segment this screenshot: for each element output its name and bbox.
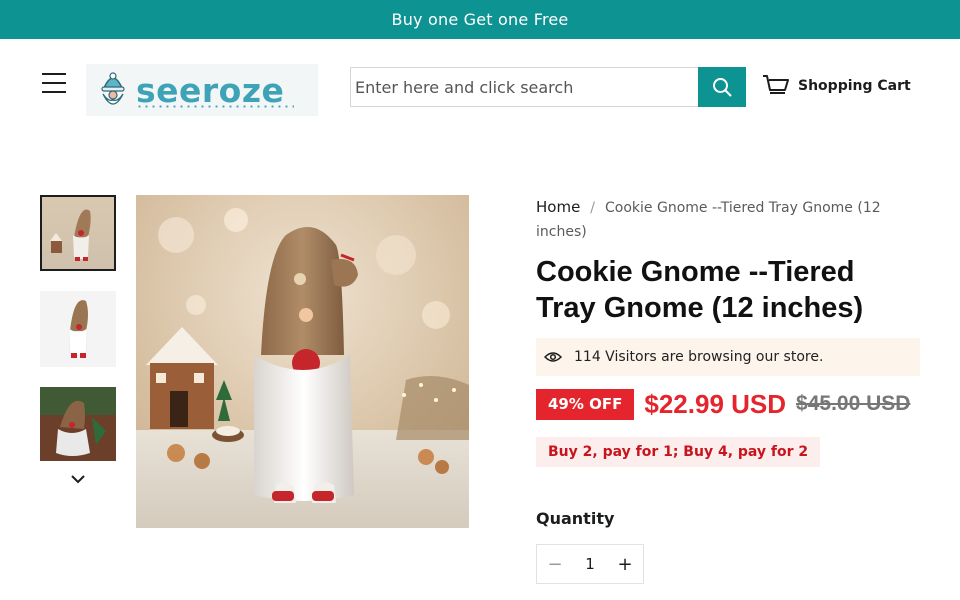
gnome-thumbnail-image: [40, 387, 116, 461]
gnome-logo-icon: [101, 72, 125, 105]
quantity-decrease-button[interactable]: −: [543, 549, 567, 579]
gnome-product-image: [136, 195, 469, 528]
breadcrumb-home[interactable]: Home: [536, 198, 580, 216]
cart-icon: [763, 75, 789, 94]
visitors-notice: 114 Visitors are browsing our store.: [536, 338, 920, 376]
breadcrumb-separator: /: [590, 200, 596, 216]
search-button[interactable]: [698, 67, 746, 107]
cart-link[interactable]: Shopping Cart: [762, 74, 911, 98]
search-bar: [350, 67, 746, 107]
discount-badge: 49% OFF: [536, 388, 635, 420]
gnome-thumbnail-image: [40, 291, 116, 367]
menu-icon[interactable]: [40, 70, 68, 96]
sale-price: $22.99 USD: [644, 388, 787, 419]
chevron-down-icon[interactable]: [70, 472, 86, 486]
promo-badge: Buy 2, pay for 1; Buy 4, pay for 2: [536, 437, 821, 467]
thumbnail-1[interactable]: [40, 195, 116, 271]
announcement-text: Buy one Get one Free: [391, 10, 569, 29]
announcement-bar: Buy one Get one Free: [0, 0, 960, 39]
cart-label: Shopping Cart: [798, 78, 911, 94]
visitors-text: 114 Visitors are browsing our store.: [574, 349, 824, 365]
gnome-thumbnail-image: [42, 197, 114, 269]
logo-wordmark: seeroze: [136, 70, 285, 110]
eye-icon: [544, 352, 562, 362]
thumbnail-gallery: [40, 195, 116, 481]
logo-dots-decoration: [136, 105, 294, 108]
thumbnail-3[interactable]: [40, 387, 116, 461]
breadcrumb-current: Cookie Gnome --Tiered Tray Gnome (12 inc…: [536, 200, 881, 240]
site-logo[interactable]: seeroze: [86, 64, 318, 116]
product-main-image[interactable]: [136, 195, 469, 528]
search-input[interactable]: [350, 67, 698, 107]
quantity-stepper: − 1 +: [536, 544, 644, 584]
search-icon: [713, 78, 732, 97]
thumbnail-2[interactable]: [40, 291, 116, 367]
price-row: 49% OFF $22.99 USD $45.00 USD: [536, 387, 920, 421]
product-info: Home / Cookie Gnome --Tiered Tray Gnome (1…: [536, 195, 920, 467]
compare-at-price: $45.00 USD: [796, 392, 911, 415]
product-title: Cookie Gnome --Tiered Tray Gnome (12 inc…: [536, 256, 864, 324]
breadcrumb: Home / Cookie Gnome --Tiered Tray Gnome (1…: [536, 195, 920, 244]
quantity-increase-button[interactable]: +: [613, 549, 637, 579]
quantity-input[interactable]: 1: [575, 555, 605, 573]
quantity-label: Quantity: [536, 509, 615, 528]
